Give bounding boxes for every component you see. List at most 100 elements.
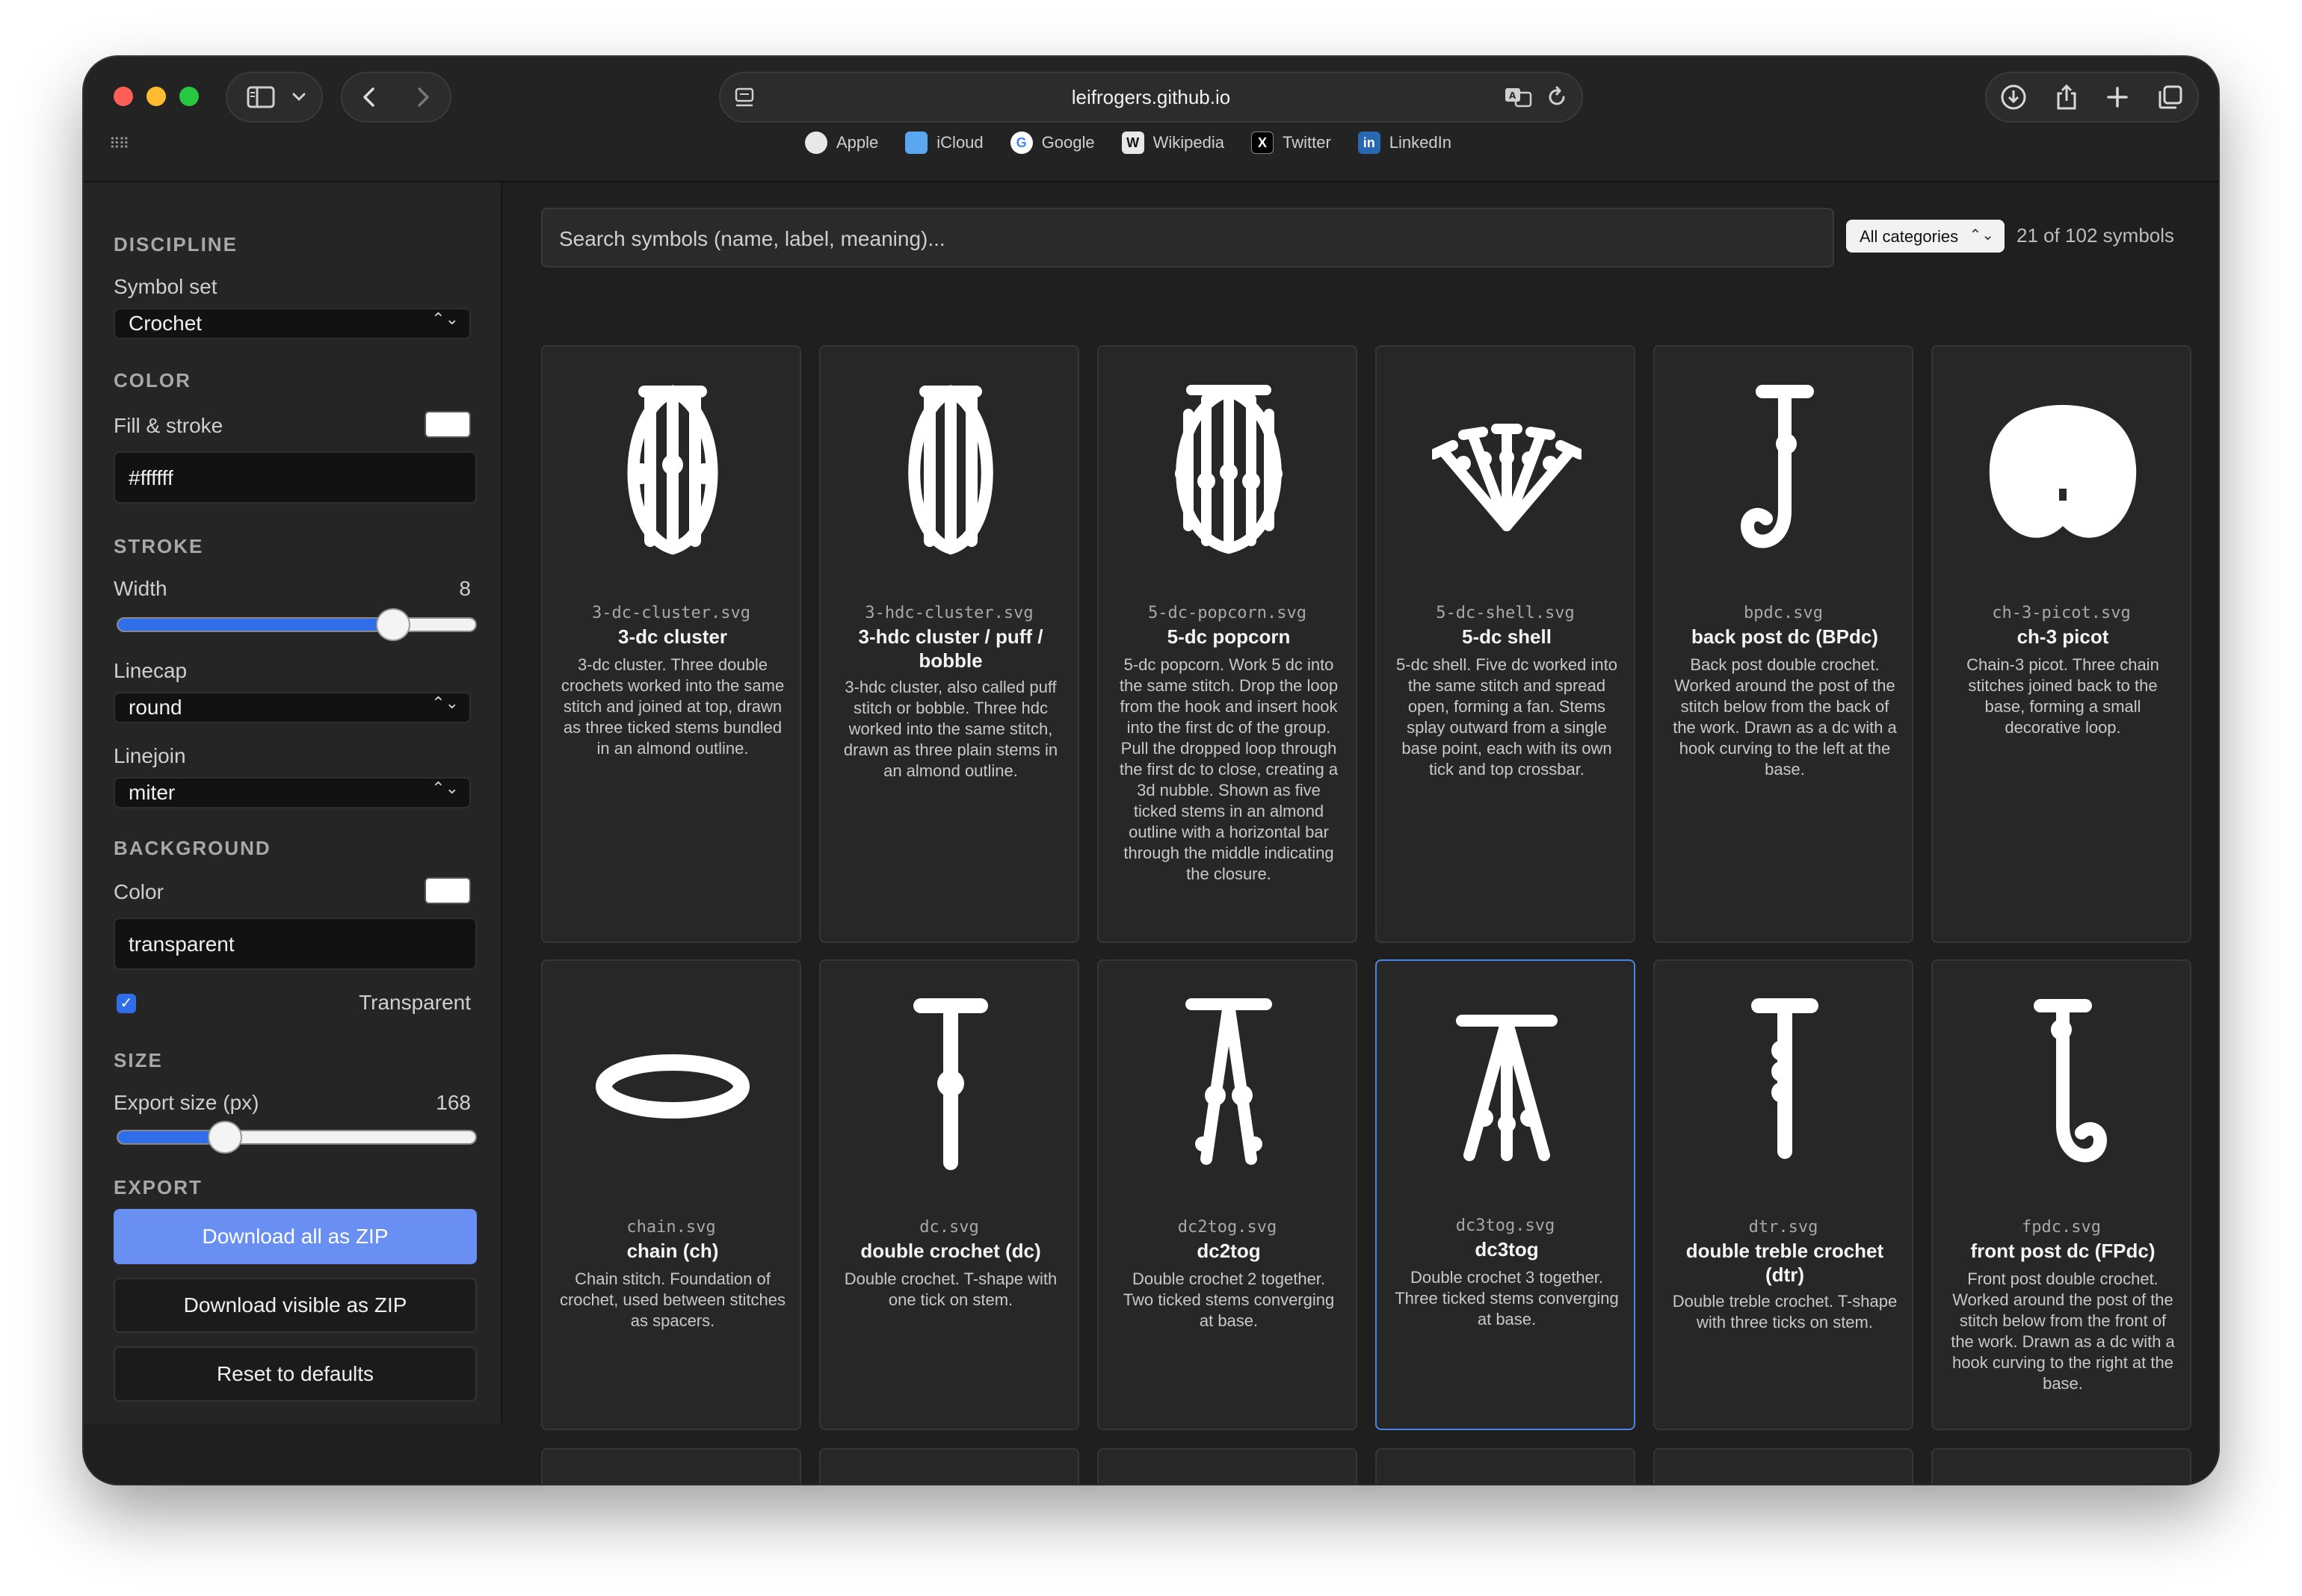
bg-color-swatch[interactable] [425, 877, 471, 904]
linejoin-select[interactable]: miter ⌃⌄ [114, 777, 471, 808]
minimize-window-button[interactable] [146, 87, 166, 106]
symbol-card[interactable]: bpdc.svg back post dc (BPdc) Back post d… [1653, 345, 1913, 943]
card-title: ch-3 picot [2016, 625, 2109, 648]
slider-fill [118, 619, 394, 631]
card-filename: chain.svg [626, 1218, 716, 1237]
tab-overview-icon[interactable] [2157, 84, 2184, 111]
symbol-card[interactable]: fpdc.svg front post dc (FPdc) Front post… [1931, 959, 2191, 1430]
export-size-label: Export size (px) [114, 1091, 259, 1114]
card-filename: 5-dc-popcorn.svg [1148, 604, 1306, 622]
symbol-card[interactable] [1931, 1448, 2191, 1484]
favorite-wikipedia[interactable]: W Wikipedia [1121, 132, 1224, 154]
symbol-card[interactable] [819, 1448, 1079, 1484]
card-description: 5-dc shell. Five dc worked into the same… [1396, 655, 1617, 779]
card-title: dc2tog [1197, 1240, 1261, 1262]
3-dc-cluster-symbol-icon [627, 385, 718, 555]
chain-symbol-icon [596, 1054, 750, 1119]
twitter-icon: X [1250, 132, 1274, 154]
url-text: leifrogers.github.io [1071, 85, 1231, 108]
width-value: 8 [459, 577, 471, 600]
reset-defaults-button[interactable]: Reset to defaults [114, 1346, 477, 1402]
linejoin-label: Linejoin [114, 744, 186, 767]
card-filename: fpdc.svg [2022, 1218, 2101, 1237]
symbol-card[interactable]: dc2tog.svg dc2tog Double crochet 2 toget… [1097, 959, 1357, 1430]
sidebar-toggle-button[interactable] [226, 72, 323, 123]
symbol-set-select[interactable]: Crochet ⌃⌄ [114, 308, 471, 339]
favorites-bar: Apple iCloud G Google W Wikipedia X Twit… [805, 132, 1451, 154]
category-select[interactable]: All categories ⌃⌄ [1846, 220, 2005, 253]
card-title: 3-hdc cluster / puff / bobble [858, 625, 1043, 672]
fill-color-swatch[interactable] [425, 411, 471, 438]
zoom-window-button[interactable] [179, 87, 199, 106]
favorite-google[interactable]: G Google [1010, 132, 1095, 154]
width-label: Width [114, 577, 167, 600]
symbol-card[interactable]: dc3tog.svg dc3tog Double crochet 3 toget… [1375, 959, 1635, 1430]
download-visible-button[interactable]: Download visible as ZIP [114, 1278, 477, 1333]
width-slider[interactable] [117, 608, 477, 641]
linejoin-value: miter [129, 781, 176, 804]
favorite-linkedin[interactable]: in LinkedIn [1357, 132, 1451, 154]
card-filename: bpdc.svg [1744, 604, 1823, 622]
transparent-checkbox[interactable]: ✓ [117, 994, 136, 1013]
navigation-buttons [341, 72, 451, 123]
favorite-icloud[interactable]: iCloud [905, 132, 984, 154]
symbol-card[interactable]: 5-dc-popcorn.svg 5-dc popcorn 5-dc popco… [1097, 345, 1357, 943]
symbol-card[interactable] [541, 1448, 801, 1484]
reload-icon[interactable] [1546, 85, 1568, 109]
apps-grid-icon[interactable]: ⠿⠿ [109, 134, 129, 153]
bg-color-input[interactable]: transparent [114, 918, 477, 970]
symbol-card[interactable]: dtr.svg double treble crochet (dtr) Doub… [1653, 959, 1913, 1430]
symbol-card[interactable]: 3-hdc-cluster.svg 3-hdc cluster / puff /… [819, 345, 1079, 943]
card-title: chain (ch) [626, 1240, 719, 1262]
fill-color-input[interactable]: #ffffff [114, 451, 477, 504]
dc2tog-symbol-icon [1185, 998, 1272, 1165]
symbol-preview-icon [1439, 1479, 1574, 1484]
symbol-gallery: Search symbols (name, label, meaning)...… [504, 182, 2218, 1484]
symbol-preview-icon [1161, 1479, 1296, 1484]
favorite-label: Twitter [1282, 133, 1331, 152]
symbol-card[interactable]: dc.svg double crochet (dc) Double croche… [819, 959, 1079, 1430]
symbol-card[interactable]: 5-dc-shell.svg 5-dc shell 5-dc shell. Fi… [1375, 345, 1635, 943]
symbol-card[interactable] [1653, 1448, 1913, 1484]
card-description: 3-hdc cluster, also called puff stitch o… [843, 678, 1058, 780]
symbol-card[interactable] [1097, 1448, 1357, 1484]
favorite-label: Google [1041, 133, 1095, 152]
symbol-card[interactable]: ch-3-picot.svg ch-3 picot Chain-3 picot.… [1931, 345, 2191, 943]
export-size-slider[interactable] [117, 1121, 477, 1154]
favorite-apple[interactable]: Apple [805, 132, 878, 154]
symbol-preview-icon [1718, 1479, 1852, 1484]
browser-window: leifrogers.github.io A ⠿⠿ Apple iCloud G… [84, 57, 2218, 1484]
card-description: Chain stitch. Foundation of crochet, use… [559, 1269, 786, 1330]
slider-knob[interactable] [208, 1121, 243, 1154]
address-bar[interactable]: leifrogers.github.io A [719, 72, 1583, 123]
page-menu-icon[interactable] [734, 87, 755, 109]
export-heading: EXPORT [114, 1176, 203, 1198]
translate-icon[interactable]: A [1504, 85, 1534, 109]
download-icon[interactable] [2000, 84, 2027, 111]
favorite-twitter[interactable]: X Twitter [1250, 132, 1331, 154]
fill-stroke-label: Fill & stroke [114, 414, 223, 437]
bpdc-symbol-icon [1740, 385, 1814, 548]
card-filename: 5-dc-shell.svg [1436, 604, 1575, 622]
download-all-button[interactable]: Download all as ZIP [114, 1209, 477, 1264]
forward-arrow-icon[interactable] [414, 86, 432, 108]
export-size-value: 168 [436, 1091, 471, 1114]
symbol-card[interactable]: 3-dc-cluster.svg 3-dc cluster 3-dc clust… [541, 345, 801, 943]
linkedin-icon: in [1357, 132, 1380, 154]
close-window-button[interactable] [114, 87, 133, 106]
linecap-select[interactable]: round ⌃⌄ [114, 692, 471, 723]
card-filename: dtr.svg [1748, 1218, 1818, 1237]
share-icon[interactable] [2055, 83, 2079, 111]
ch-3-picot-symbol-icon [1989, 405, 2137, 538]
card-description: 3-dc cluster. Three double crochets work… [561, 655, 785, 758]
transparent-label: Transparent [359, 991, 471, 1014]
symbol-card[interactable]: chain.svg chain (ch) Chain stitch. Found… [541, 959, 801, 1430]
new-tab-icon[interactable] [2105, 85, 2129, 109]
slider-knob[interactable] [376, 608, 411, 641]
card-title: 3-dc cluster [618, 625, 727, 648]
toolbar-actions [1985, 72, 2199, 123]
card-filename: 3-dc-cluster.svg [592, 604, 750, 622]
symbol-card[interactable] [1375, 1448, 1635, 1484]
search-input[interactable]: Search symbols (name, label, meaning)... [541, 208, 1834, 267]
back-arrow-icon[interactable] [360, 86, 378, 108]
